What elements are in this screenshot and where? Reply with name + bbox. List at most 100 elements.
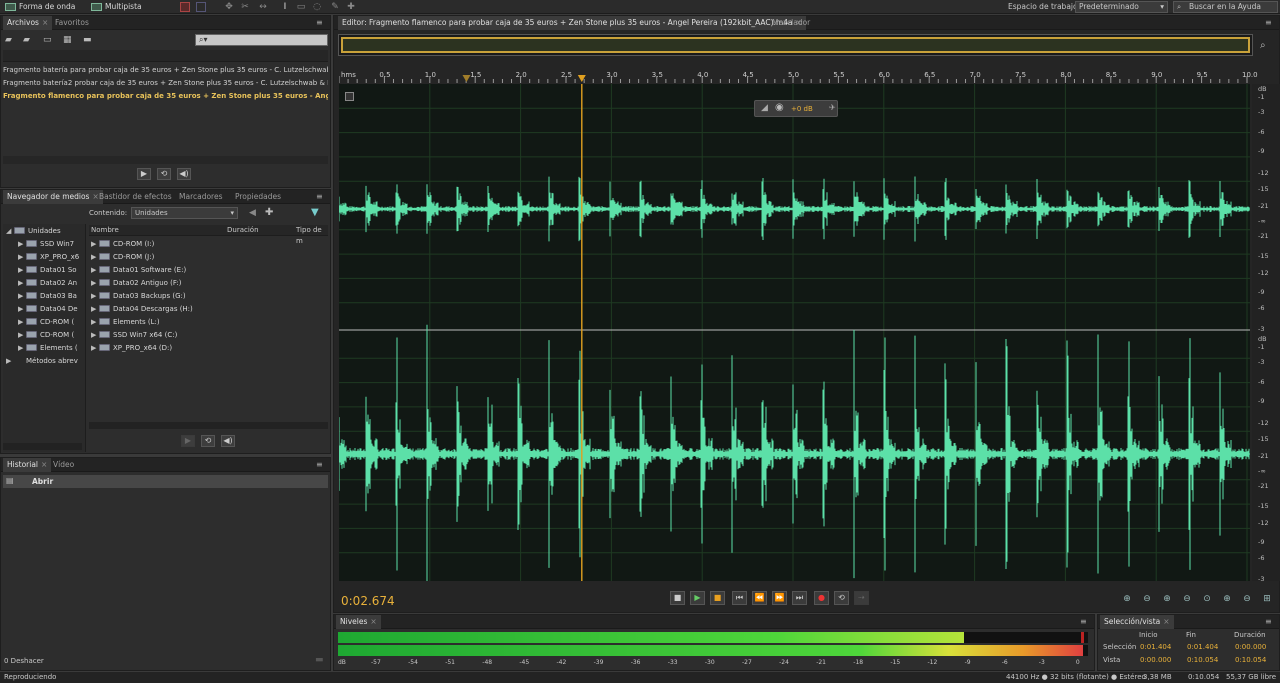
file-item[interactable]: Fragmento batería2 probar caja de 35 eur…	[3, 77, 328, 90]
view-duration[interactable]: 0:10.054	[1235, 656, 1266, 664]
chevron-right-icon[interactable]: ▶	[91, 264, 99, 277]
tree-item-drive[interactable]: ▶ Data02 An	[18, 277, 84, 290]
chevron-right-icon[interactable]: ▶	[18, 329, 26, 342]
media-list-item[interactable]: ▶ CD-ROM (I:)	[91, 238, 154, 251]
column-duration[interactable]: Duración	[227, 225, 259, 236]
overview-bar[interactable]	[338, 34, 1253, 56]
healing-tool-icon[interactable]: ✚	[346, 2, 356, 12]
media-list-item[interactable]: ▶ Data01 Software (E:)	[91, 264, 186, 277]
chevron-right-icon[interactable]: ▶	[18, 290, 26, 303]
overview-view-range[interactable]	[341, 37, 1250, 53]
column-type[interactable]: Tipo de m	[296, 225, 328, 247]
tree-item-shortcuts[interactable]: ▶ Métodos abrev	[6, 355, 84, 368]
tab-properties[interactable]: Propiedades	[231, 190, 285, 204]
workspace-select[interactable]: Predeterminado ▾	[1075, 1, 1168, 13]
files-search-input[interactable]: ⌕▾	[195, 34, 328, 46]
tree-item-drives[interactable]: ◢ Unidades	[6, 225, 84, 238]
zoom-in-time-icon[interactable]: ⊕	[1160, 593, 1174, 605]
lasso-tool-icon[interactable]: ◌	[312, 2, 322, 12]
back-arrow-icon[interactable]: ◀	[249, 208, 256, 218]
tab-mixer[interactable]: Mezclador	[768, 16, 814, 30]
media-list-item[interactable]: ▶ SSD Win7 x64 (C:)	[91, 329, 177, 342]
go-to-start-icon[interactable]: ⏮	[732, 591, 747, 605]
loop-icon[interactable]: ⟲	[157, 168, 171, 180]
waveform-view-button[interactable]: Forma de onda	[2, 1, 79, 13]
gain-value[interactable]: +0 dB	[791, 105, 813, 113]
tree-item-drive[interactable]: ▶ Data04 De	[18, 303, 84, 316]
open-file-icon[interactable]: ▰	[5, 35, 12, 45]
contents-select[interactable]: Unidades ▾	[131, 207, 238, 219]
close-icon[interactable]: ×	[370, 617, 376, 626]
file-item[interactable]: Fragmento batería para probar caja de 35…	[3, 64, 328, 77]
chevron-right-icon[interactable]: ▶	[18, 342, 26, 355]
stop-icon[interactable]: ■	[670, 591, 685, 605]
chevron-right-icon[interactable]: ▶	[18, 238, 26, 251]
pause-icon[interactable]: ■	[710, 591, 725, 605]
razor-tool-icon[interactable]: ✂	[240, 2, 250, 12]
play-icon[interactable]: ▶	[690, 591, 705, 605]
column-name[interactable]: Nombre	[91, 225, 119, 236]
zoom-icon[interactable]: ⌕	[1260, 40, 1266, 51]
go-to-end-icon[interactable]: ⏭	[792, 591, 807, 605]
save-icon[interactable]: ▦	[63, 35, 72, 45]
tree-item-drive[interactable]: ▶ Data03 Ba	[18, 290, 84, 303]
file-item-active[interactable]: Fragmento flamenco para probar caja de 3…	[3, 90, 328, 103]
zoom-full-icon[interactable]: ⊙	[1200, 593, 1214, 605]
chevron-right-icon[interactable]: ▶	[18, 303, 26, 316]
tab-selection-view[interactable]: Selección/vista ×	[1100, 615, 1174, 629]
loop-icon[interactable]: ⟲	[201, 435, 215, 447]
brush-tool-icon[interactable]: ✎	[330, 2, 340, 12]
gain-knob-icon[interactable]: ◉	[775, 102, 784, 113]
current-time-display[interactable]: 0:02.674	[341, 594, 395, 608]
view-end[interactable]: 0:10.054	[1187, 656, 1218, 664]
pin-icon[interactable]: ✈	[829, 103, 836, 112]
chevron-down-icon[interactable]: ◢	[6, 225, 14, 238]
tab-history[interactable]: Historial ×	[3, 458, 52, 472]
media-list-item[interactable]: ▶ XP_PRO_x64 (D:)	[91, 342, 172, 355]
zoom-in-amplitude-icon[interactable]: ⊕	[1120, 593, 1134, 605]
panel-menu-icon[interactable]: ≡	[316, 192, 326, 201]
tree-item-drive[interactable]: ▶ SSD Win7	[18, 238, 84, 251]
play-icon[interactable]: ▶	[137, 168, 151, 180]
fast-forward-icon[interactable]: ⏩	[772, 591, 787, 605]
delete-icon[interactable]: ▬	[83, 35, 92, 45]
filter-icon[interactable]: ▼	[311, 207, 319, 218]
horizontal-scrollbar[interactable]	[3, 156, 328, 164]
autoplay-icon[interactable]: ◀)	[221, 435, 235, 447]
zoom-in-point-icon[interactable]: ⊕	[1220, 593, 1234, 605]
close-icon[interactable]: ×	[1163, 617, 1169, 626]
marquee-tool-icon[interactable]: ▭	[296, 2, 306, 12]
tree-item-drive[interactable]: ▶ CD-ROM (	[18, 329, 84, 342]
chevron-right-icon[interactable]: ▶	[91, 238, 99, 251]
zoom-out-point-icon[interactable]: ⊖	[1240, 593, 1254, 605]
horizontal-scrollbar[interactable]	[89, 422, 328, 429]
tab-effects-rack[interactable]: Bastidor de efectos	[95, 190, 176, 204]
chevron-right-icon[interactable]: ▶	[18, 277, 26, 290]
record-icon[interactable]: ●	[814, 591, 829, 605]
close-icon[interactable]: ×	[41, 460, 47, 469]
waveform-display[interactable]	[339, 84, 1250, 581]
media-list-item[interactable]: ▶ CD-ROM (J:)	[91, 251, 154, 264]
chevron-right-icon[interactable]: ▶	[91, 316, 99, 329]
tab-markers[interactable]: Marcadores	[175, 190, 227, 204]
tab-editor[interactable]: Editor: Fragmento flamenco para probar c…	[338, 16, 806, 30]
zoom-out-amplitude-icon[interactable]: ⊖	[1140, 593, 1154, 605]
hud-gain[interactable]: ◢ ◉ +0 dB ✈	[754, 100, 838, 117]
media-list-item[interactable]: ▶ Data03 Backups (G:)	[91, 290, 186, 303]
panel-menu-icon[interactable]: ≡	[1265, 18, 1275, 27]
selection-duration[interactable]: 0:00.000	[1235, 643, 1266, 651]
loop-icon[interactable]: ⟲	[834, 591, 849, 605]
help-search-input[interactable]: ⌕ Buscar en la Ayuda	[1173, 1, 1278, 13]
panel-menu-icon[interactable]: ≡	[1080, 617, 1090, 626]
close-icon[interactable]: ×	[42, 18, 48, 27]
tab-favorites[interactable]: Favoritos	[51, 16, 93, 30]
horizontal-scrollbar[interactable]	[3, 443, 82, 450]
chevron-right-icon[interactable]: ▶	[91, 303, 99, 316]
multitrack-view-button[interactable]: Multipista	[88, 1, 146, 13]
hud-toggle-icon[interactable]	[345, 92, 354, 101]
move-tool-icon[interactable]: ✥	[224, 2, 234, 12]
chevron-right-icon[interactable]: ▶	[18, 264, 26, 277]
tab-video[interactable]: Vídeo	[49, 458, 78, 472]
tree-item-drive[interactable]: ▶ Elements (	[18, 342, 84, 355]
history-item[interactable]: ▤ Abrir	[3, 475, 328, 488]
